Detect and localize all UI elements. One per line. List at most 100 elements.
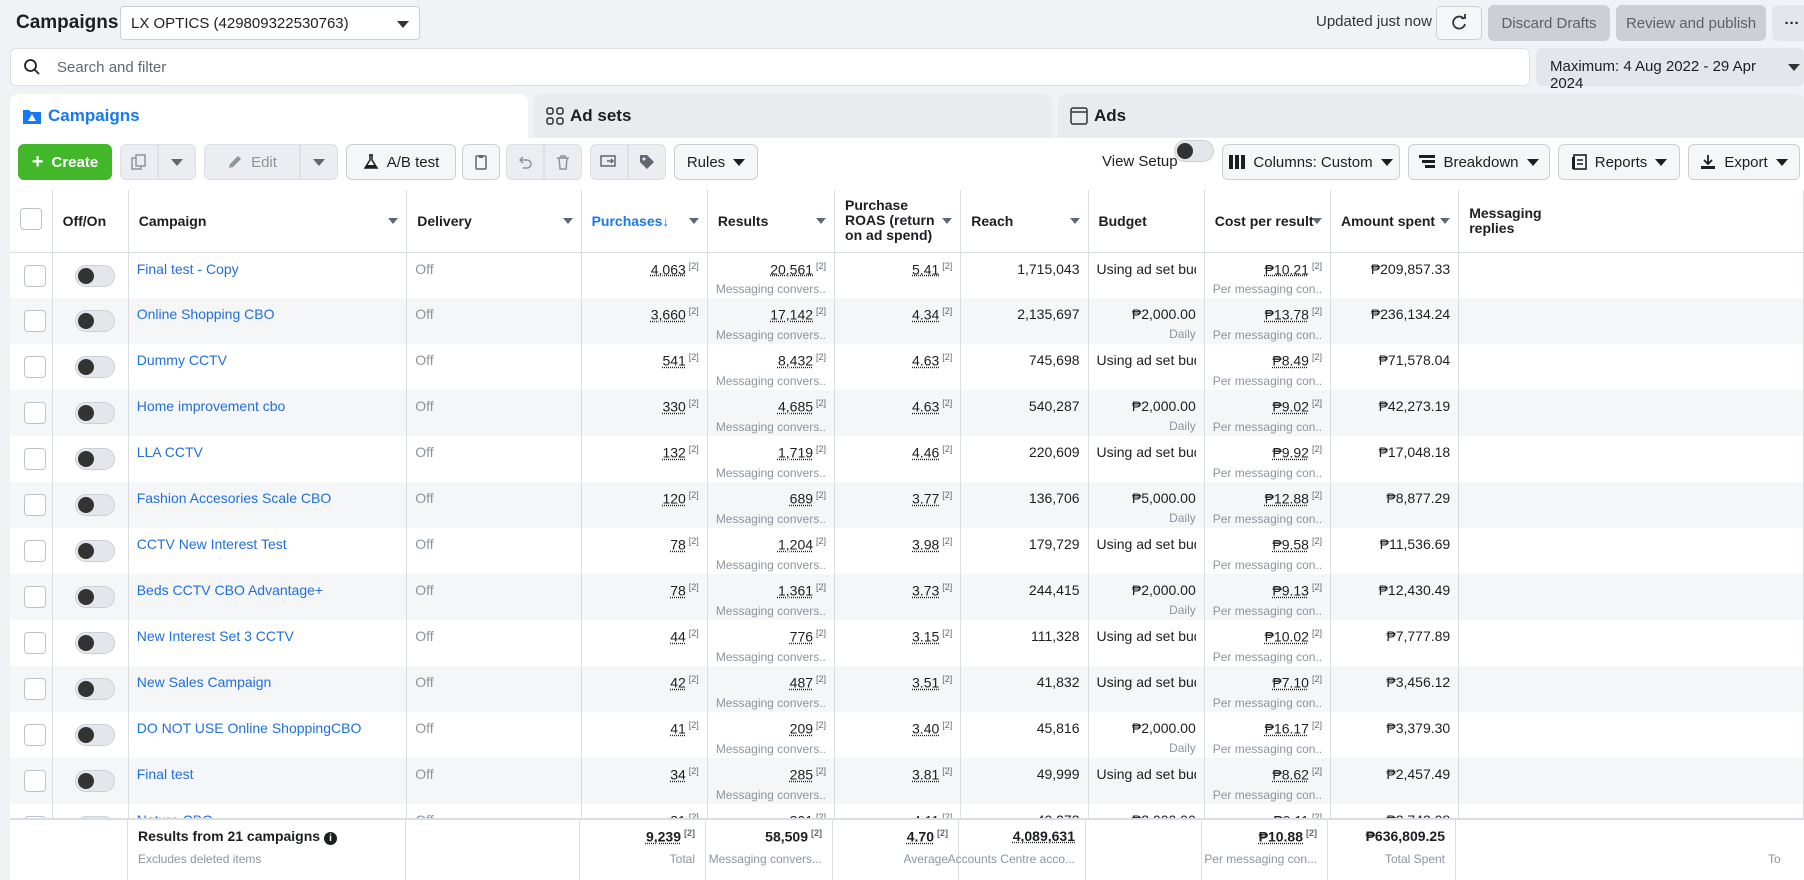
- campaign-name-link[interactable]: Online Shopping CBO: [137, 306, 399, 322]
- table-row[interactable]: Final test Off 34 [2] 285 [2] Messaging conver…: [10, 758, 1804, 804]
- campaign-toggle[interactable]: [75, 448, 115, 470]
- create-button[interactable]: + Create: [18, 144, 112, 180]
- clipboard-button[interactable]: [462, 144, 500, 180]
- col-cpr[interactable]: Cost per result: [1204, 190, 1330, 252]
- cpr-cell: ₱13.78 [2] Per messaging con...: [1204, 298, 1330, 344]
- row-checkbox[interactable]: [24, 402, 46, 424]
- campaign-toggle[interactable]: [75, 586, 115, 608]
- table-row[interactable]: CCTV New Interest Test Off 78 [2] 1,204 [2] Me…: [10, 528, 1804, 574]
- tab-ads[interactable]: Ads: [1058, 94, 1804, 138]
- campaign-name-link[interactable]: LLA CCTV: [137, 444, 399, 460]
- col-reach[interactable]: Reach: [961, 190, 1088, 252]
- campaign-name-link[interactable]: Beds CCTV CBO Advantage+: [137, 582, 399, 598]
- row-checkbox[interactable]: [24, 632, 46, 654]
- footnote-marker: [2]: [689, 490, 699, 500]
- campaign-toggle[interactable]: [75, 770, 115, 792]
- table-row[interactable]: New Interest Set 3 CCTV Off 44 [2] 776 [2] Mes…: [10, 620, 1804, 666]
- campaign-toggle[interactable]: [75, 356, 115, 378]
- row-checkbox[interactable]: [24, 540, 46, 562]
- col-roas[interactable]: Purchase ROAS (return on ad spend): [835, 190, 961, 252]
- campaign-name-link[interactable]: Final test: [137, 766, 399, 782]
- footnote-marker: [2]: [1312, 398, 1322, 408]
- table-row[interactable]: Beds CCTV CBO Advantage+ Off 78 [2] 1,361 [2]…: [10, 574, 1804, 620]
- campaign-name-link[interactable]: Final test - Copy: [137, 261, 399, 277]
- table-row[interactable]: DO NOT USE Online ShoppingCBO Off 41 [2] 209…: [10, 712, 1804, 758]
- campaign-name-link[interactable]: Dummy CCTV: [137, 352, 399, 368]
- preview-button[interactable]: [590, 144, 628, 180]
- select-all-checkbox[interactable]: [20, 208, 42, 230]
- campaign-name-link[interactable]: Home improvement cbo: [137, 398, 399, 414]
- export-button[interactable]: Export: [1688, 144, 1800, 180]
- tab-campaigns[interactable]: Campaigns: [10, 94, 528, 138]
- edit-button[interactable]: Edit: [204, 144, 300, 180]
- col-delivery[interactable]: Delivery: [407, 190, 581, 252]
- date-range-picker[interactable]: Maximum: 4 Aug 2022 - 29 Apr 2024: [1536, 48, 1804, 86]
- discard-drafts-button[interactable]: Discard Drafts: [1488, 5, 1610, 41]
- cpr-type: Per messaging con...: [1213, 328, 1322, 342]
- campaign-toggle[interactable]: [75, 678, 115, 700]
- info-icon[interactable]: i: [324, 832, 337, 845]
- rules-button[interactable]: Rules: [674, 144, 758, 180]
- col-campaign[interactable]: Campaign: [128, 190, 407, 252]
- table-row[interactable]: Home improvement cbo Off 330 [2] 4,685 [2] Mes…: [10, 390, 1804, 436]
- search-input[interactable]: Search and filter: [10, 48, 1530, 86]
- delete-button[interactable]: [544, 144, 582, 180]
- account-selector[interactable]: LX OPTICS (429809322530763): [120, 6, 420, 40]
- table-row[interactable]: Final test - Copy Off 4,063 [2] 20,561 [2] Mes…: [10, 252, 1804, 298]
- columns-button[interactable]: Columns: Custom: [1222, 144, 1400, 180]
- campaign-name-link[interactable]: New Sales Campaign: [137, 674, 399, 690]
- duplicate-button[interactable]: [120, 144, 158, 180]
- row-checkbox[interactable]: [24, 770, 46, 792]
- campaign-toggle[interactable]: [75, 632, 115, 654]
- row-checkbox[interactable]: [24, 678, 46, 700]
- duplicate-dropdown[interactable]: [158, 144, 196, 180]
- col-budget[interactable]: Budget: [1088, 190, 1204, 252]
- campaign-name-link[interactable]: New Interest Set 3 CCTV: [137, 628, 399, 644]
- review-publish-button[interactable]: Review and publish: [1616, 5, 1766, 41]
- table-row[interactable]: New Sales Campaign Off 42 [2] 487 [2] Messagin…: [10, 666, 1804, 712]
- table-row[interactable]: LLA CCTV Off 132 [2] 1,719 [2] Messaging conve…: [10, 436, 1804, 482]
- results-number: 209: [790, 721, 813, 737]
- summary-delivery: [406, 820, 580, 880]
- col-results[interactable]: Results: [707, 190, 834, 252]
- row-checkbox[interactable]: [24, 265, 46, 287]
- tag-button[interactable]: [628, 144, 666, 180]
- table-row[interactable]: Nature CBOOff21[2]301[2]4.11[2]40,273₱2,…: [10, 804, 1804, 818]
- col-messaging[interactable]: Messaging replies: [1459, 190, 1804, 252]
- undo-button[interactable]: [506, 144, 544, 180]
- campaign-toggle[interactable]: [75, 494, 115, 516]
- ab-test-button[interactable]: A/B test: [346, 144, 456, 180]
- col-spent[interactable]: Amount spent: [1330, 190, 1458, 252]
- campaign-toggle[interactable]: [75, 724, 115, 746]
- footnote-marker: [2]: [684, 828, 695, 838]
- col-purchases[interactable]: Purchases↓: [581, 190, 707, 252]
- campaign-toggle[interactable]: [75, 540, 115, 562]
- row-checkbox[interactable]: [24, 356, 46, 378]
- roas-value: 3.51 [2]: [843, 674, 952, 691]
- campaign-name-link[interactable]: DO NOT USE Online ShoppingCBO: [137, 720, 399, 736]
- budget-value: ₱2,000.00: [1097, 398, 1196, 414]
- row-checkbox[interactable]: [24, 310, 46, 332]
- campaign-name-link[interactable]: Fashion Accesories Scale CBO: [137, 490, 399, 506]
- row-checkbox[interactable]: [24, 586, 46, 608]
- summary-messaging-sub: To: [1768, 852, 1781, 866]
- row-checkbox[interactable]: [24, 724, 46, 746]
- select-all-header[interactable]: [10, 190, 52, 252]
- roas-cell: 4.63 [2]: [835, 390, 961, 436]
- row-checkbox[interactable]: [24, 494, 46, 516]
- table-row[interactable]: Online Shopping CBO Off 3,660 [2] 17,142 [2] M…: [10, 298, 1804, 344]
- table-row[interactable]: Dummy CCTV Off 541 [2] 8,432 [2] Messaging con…: [10, 344, 1804, 390]
- table-row[interactable]: Fashion Accesories Scale CBO Off 120 [2] 689…: [10, 482, 1804, 528]
- campaign-toggle[interactable]: [75, 265, 115, 287]
- more-button[interactable]: ···: [1772, 5, 1804, 41]
- view-setup-toggle[interactable]: [1174, 140, 1214, 162]
- refresh-button[interactable]: [1436, 6, 1482, 40]
- campaign-name-link[interactable]: CCTV New Interest Test: [137, 536, 399, 552]
- tab-adsets[interactable]: Ad sets: [534, 94, 1052, 138]
- campaign-toggle[interactable]: [75, 310, 115, 332]
- breakdown-button[interactable]: Breakdown: [1408, 144, 1550, 180]
- row-checkbox[interactable]: [24, 448, 46, 470]
- campaign-toggle[interactable]: [75, 402, 115, 424]
- reports-button[interactable]: Reports: [1558, 144, 1680, 180]
- edit-dropdown[interactable]: [300, 144, 338, 180]
